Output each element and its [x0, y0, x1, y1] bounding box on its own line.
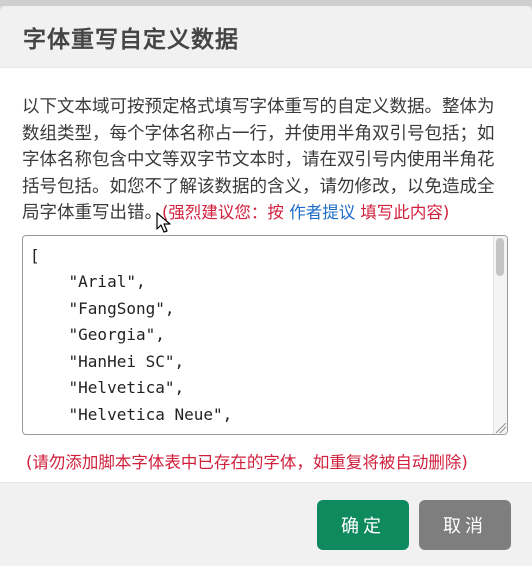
resize-handle-icon[interactable] [496, 422, 506, 433]
custom-font-data-textarea[interactable]: [ "Arial", "FangSong", "Georgia", "HanHe… [23, 235, 493, 434]
duplicate-font-warning: (请勿添加脚本字体表中已存在的字体，如重复将被自动删除) [26, 452, 468, 472]
dialog-header: 字体重写自定义数据 [0, 6, 532, 68]
dialog-body: 以下文本域可按预定格式填写字体重写的自定义数据。整体为数组类型，每个字体名称占一… [0, 68, 532, 486]
font-override-dialog: 字体重写自定义数据 以下文本域可按预定格式填写字体重写的自定义数据。整体为数组类… [0, 6, 532, 566]
author-suggestion-link[interactable]: 作者提议 [289, 203, 355, 222]
intro-text: 以下文本域可按预定格式填写字体重写的自定义数据。整体为数组类型，每个字体名称占一… [22, 94, 510, 227]
hint-prefix: (强烈建议您：按 [162, 203, 290, 223]
custom-data-textarea-container: [ "Arial", "FangSong", "Georgia", "HanHe… [22, 234, 508, 435]
textarea-scrollbar[interactable] [493, 235, 507, 434]
scrollbar-thumb[interactable] [496, 237, 504, 276]
cancel-button[interactable]: 取消 [419, 500, 511, 550]
hint-suffix: 填写此内容) [355, 203, 450, 223]
mouse-pointer-icon [156, 212, 171, 233]
dialog-title: 字体重写自定义数据 [23, 27, 239, 53]
confirm-button[interactable]: 确定 [317, 500, 409, 550]
dialog-footer: 确定 取消 [0, 482, 532, 566]
